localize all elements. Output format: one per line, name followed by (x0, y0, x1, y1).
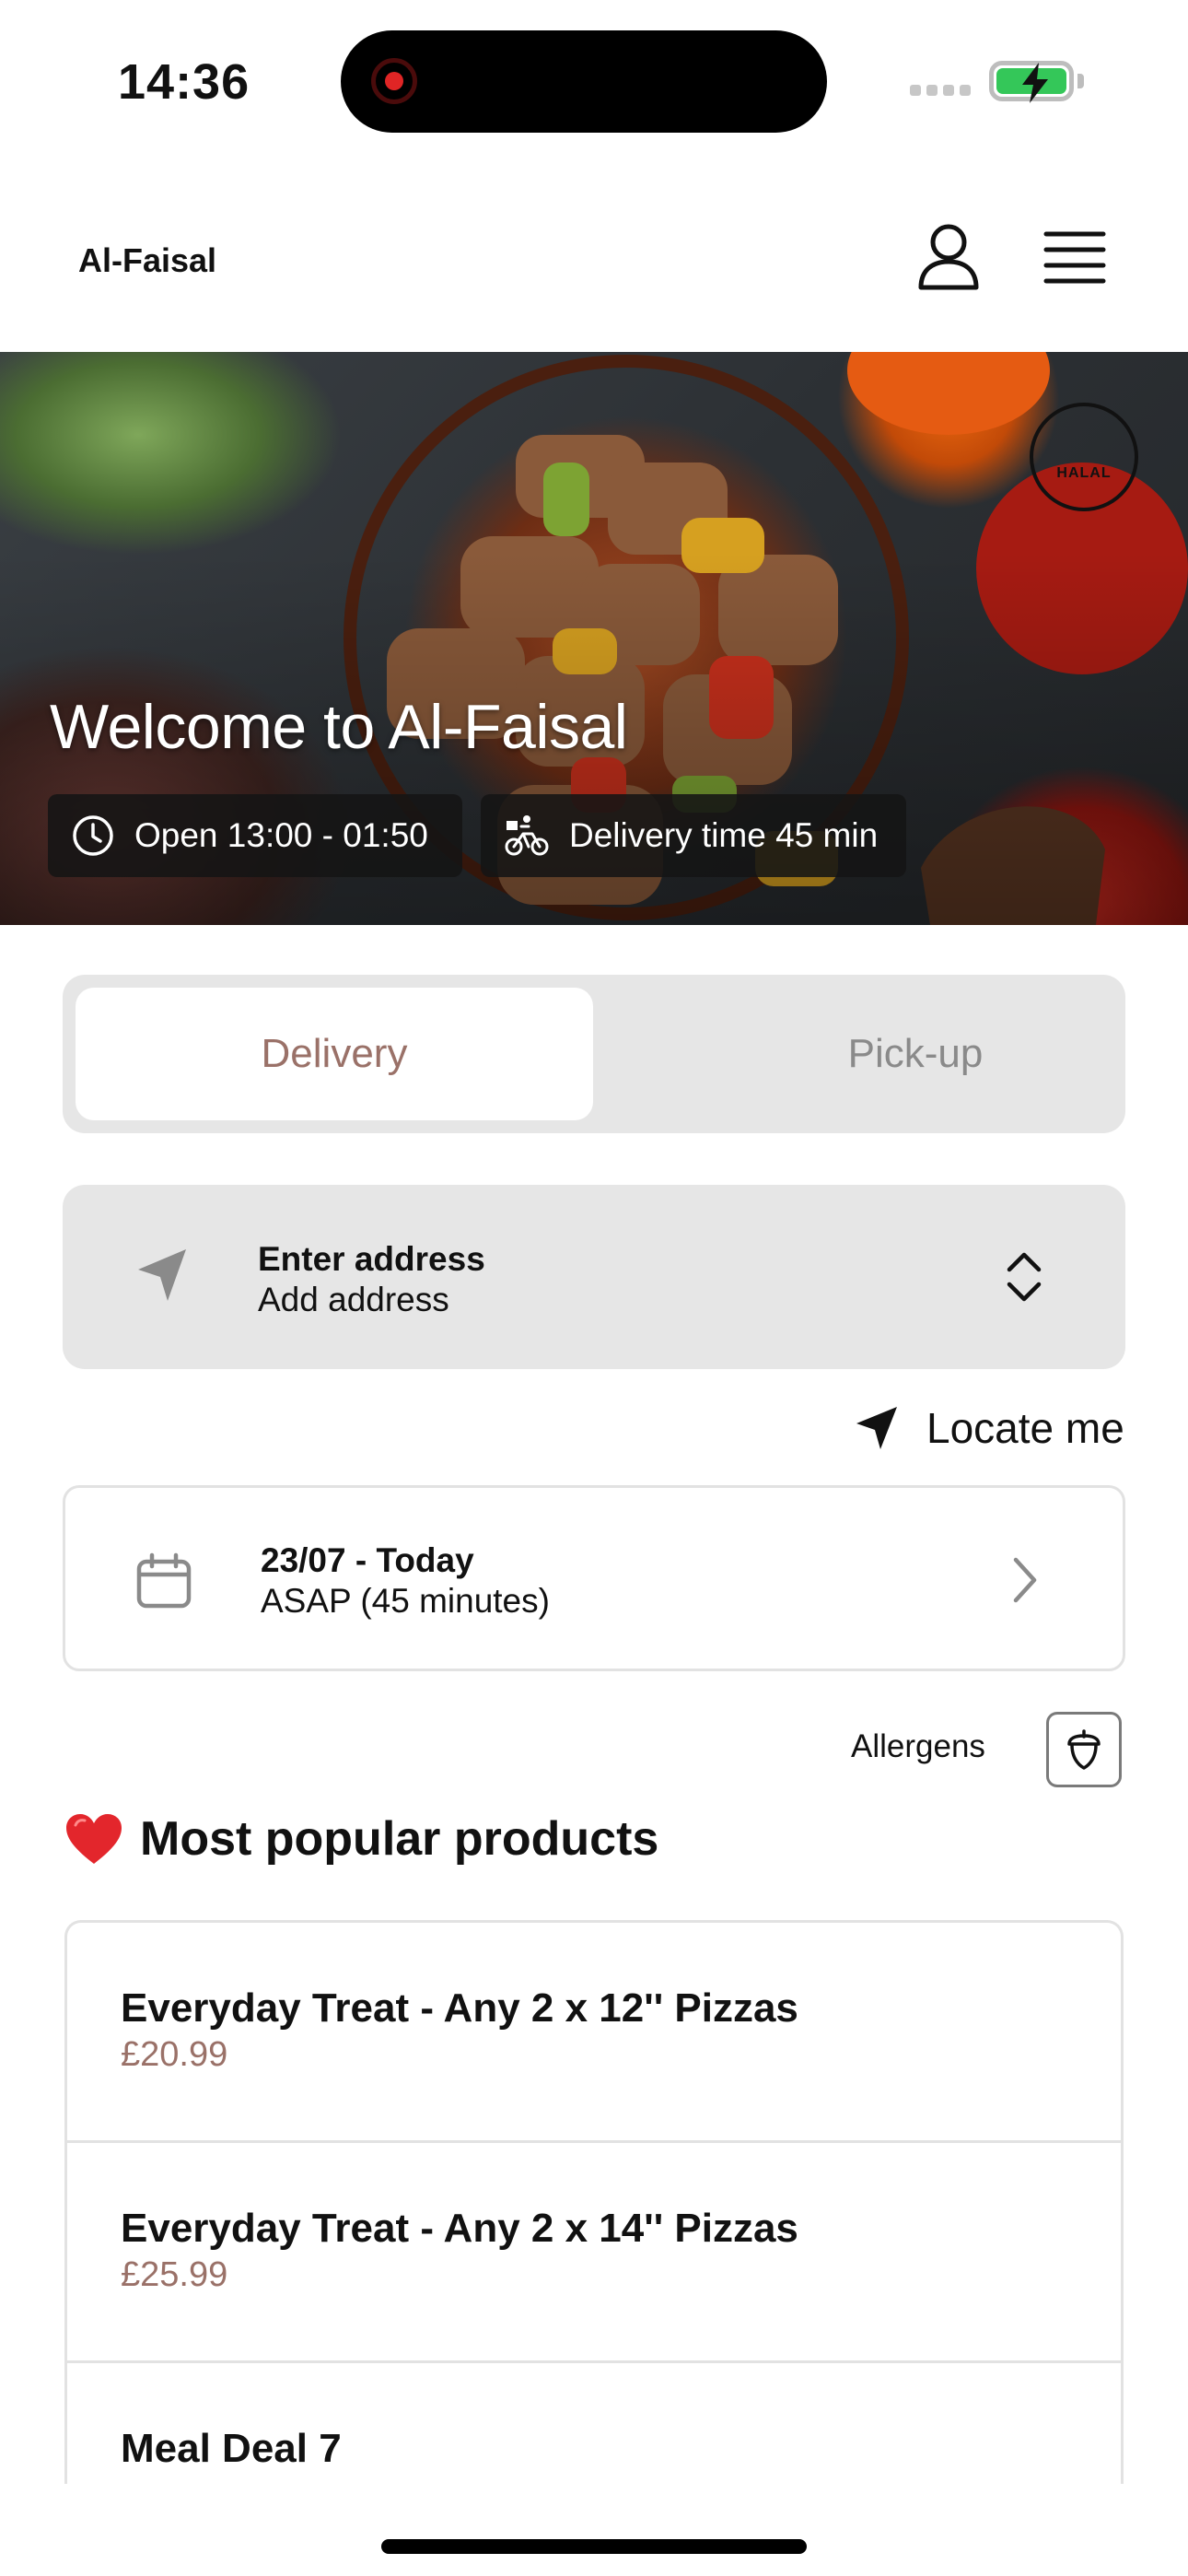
order-mode-toggle: Delivery Pick-up (63, 975, 1125, 1133)
opening-hours-text: Open 13:00 - 01:50 (134, 816, 428, 854)
address-selector[interactable]: Enter address Add address (63, 1185, 1125, 1369)
status-bar: 14:36 (0, 0, 1188, 166)
product-card[interactable]: Meal Deal 7 (67, 2363, 1121, 2484)
locate-me-label: Locate me (926, 1404, 1124, 1452)
schedule-date: 23/07 - Today (261, 1541, 474, 1579)
navigation-arrow-icon (138, 1249, 186, 1301)
opening-hours-chip: Open 13:00 - 01:50 (48, 794, 462, 877)
acorn-icon (1067, 1729, 1101, 1770)
clock-icon (73, 815, 113, 856)
product-price: £20.99 (121, 2035, 228, 2074)
product-card[interactable]: Everyday Treat - Any 2 x 14'' Pizzas £25… (67, 2143, 1121, 2363)
halal-badge-text: HALAL (1056, 465, 1112, 481)
product-name: Everyday Treat - Any 2 x 14'' Pizzas (121, 2206, 798, 2251)
dynamic-island (341, 30, 827, 133)
allergens-label: Allergens (851, 1728, 985, 1764)
halal-badge: HALAL (1030, 403, 1138, 511)
calendar-icon (136, 1552, 192, 1609)
delivery-time-chip: Delivery time 45 min (481, 794, 906, 877)
app-header: Al-Faisal (0, 166, 1188, 352)
status-time: 14:36 (118, 54, 250, 110)
battery-icon (989, 61, 1074, 103)
locate-me-button[interactable]: Locate me (855, 1400, 1124, 1456)
recording-indicator-icon (371, 58, 417, 104)
brand-name[interactable]: Al-Faisal (78, 241, 216, 280)
popular-products-list: Everyday Treat - Any 2 x 12'' Pizzas £20… (64, 1920, 1124, 2484)
schedule-time: ASAP (45 minutes) (261, 1582, 550, 1620)
bike-delivery-icon (505, 815, 549, 856)
hero-title: Welcome to Al-Faisal (50, 692, 628, 762)
hero-banner: HALAL Welcome to Al-Faisal Open 13:00 - … (0, 352, 1188, 925)
address-subtitle: Add address (258, 1281, 449, 1318)
heart-icon (66, 1814, 122, 1864)
product-name: Meal Deal 7 (121, 2426, 342, 2471)
delivery-time-text: Delivery time 45 min (569, 816, 879, 854)
address-title: Enter address (258, 1240, 485, 1278)
product-card[interactable]: Everyday Treat - Any 2 x 12'' Pizzas £20… (67, 1923, 1121, 2143)
delivery-schedule-selector[interactable]: 23/07 - Today ASAP (45 minutes) (63, 1485, 1125, 1671)
product-name: Everyday Treat - Any 2 x 12'' Pizzas (121, 1985, 798, 2031)
product-price: £25.99 (121, 2255, 228, 2294)
navigation-arrow-icon (856, 1407, 897, 1449)
chevron-right-icon (1013, 1557, 1037, 1603)
tab-delivery[interactable]: Delivery (76, 988, 593, 1120)
hamburger-menu-icon[interactable] (1041, 223, 1109, 291)
tab-pickup[interactable]: Pick-up (657, 988, 1174, 1120)
allergens-button[interactable] (1046, 1712, 1122, 1787)
popular-title-text: Most popular products (140, 1812, 659, 1866)
battery-tip (1077, 74, 1084, 88)
chevron-up-down-icon (1007, 1252, 1042, 1302)
home-indicator[interactable] (381, 2539, 807, 2554)
user-icon[interactable] (912, 219, 985, 293)
signal-icon (910, 85, 971, 96)
popular-section-title: Most popular products (64, 1811, 658, 1867)
